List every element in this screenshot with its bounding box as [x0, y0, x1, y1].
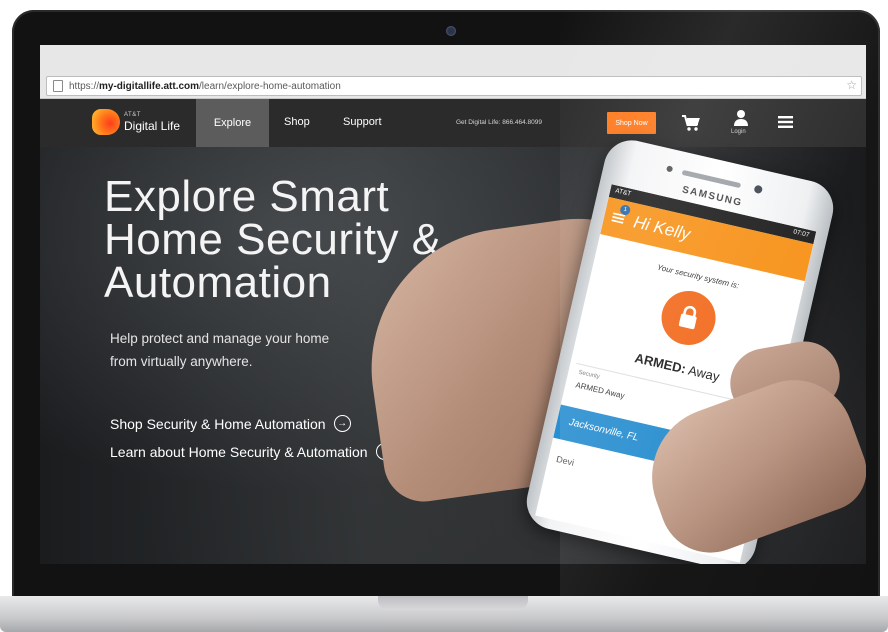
login-label[interactable]: Login: [731, 129, 746, 135]
security-small-label: Security: [577, 369, 601, 381]
greeting-text: Hi Kelly: [631, 212, 693, 244]
lock-icon: [678, 305, 697, 330]
nav-item-explore[interactable]: Explore: [196, 99, 269, 147]
nav-item-support[interactable]: Support: [343, 116, 382, 128]
lock-button: [656, 285, 721, 351]
address-bar[interactable]: https://my-digitallife.att.com/learn/exp…: [46, 76, 862, 96]
location-text: Jacksonville, FL: [567, 416, 640, 444]
url-text: https://my-digitallife.att.com/learn/exp…: [69, 80, 341, 92]
logo-text[interactable]: Digital Life: [124, 119, 180, 133]
nav-item-shop[interactable]: Shop: [284, 116, 310, 128]
phone-sensor: [666, 165, 674, 173]
laptop-notch: [378, 596, 528, 610]
devices-text: Devi: [555, 454, 576, 468]
hero-title: Explore Smart Home Security & Automation: [104, 172, 442, 307]
security-state: ARMED Away: [574, 380, 626, 401]
webcam: [446, 26, 456, 36]
phone-camera: [753, 184, 764, 195]
hamburger-menu-icon[interactable]: [778, 116, 793, 128]
page-icon: [53, 80, 63, 92]
shop-now-button[interactable]: Shop Now: [607, 112, 656, 134]
cart-icon[interactable]: [681, 113, 701, 133]
browser-toolbar: https://my-digitallife.att.com/learn/exp…: [40, 45, 866, 99]
clock-text: 07:07: [792, 228, 810, 239]
digital-life-logo-icon[interactable]: [92, 109, 120, 135]
hero-subtitle: Help protect and manage your home from v…: [110, 331, 330, 369]
arrow-right-circle-icon: →: [333, 415, 351, 432]
user-icon[interactable]: [733, 109, 749, 127]
bookmark-star-icon[interactable]: ☆: [846, 78, 857, 92]
logo-att: AT&T: [124, 112, 141, 118]
learn-security-link[interactable]: Learn about Home Security & Automation ↓: [110, 443, 393, 460]
carrier-text: AT&T: [614, 187, 632, 198]
site-nav: AT&T Digital Life Explore Shop Support G…: [40, 99, 866, 147]
laptop-screen: https://my-digitallife.att.com/learn/exp…: [40, 45, 866, 564]
phone-number-text: Get Digital Life: 866.464.8099: [456, 119, 543, 126]
shop-security-link[interactable]: Shop Security & Home Automation →: [110, 415, 351, 432]
